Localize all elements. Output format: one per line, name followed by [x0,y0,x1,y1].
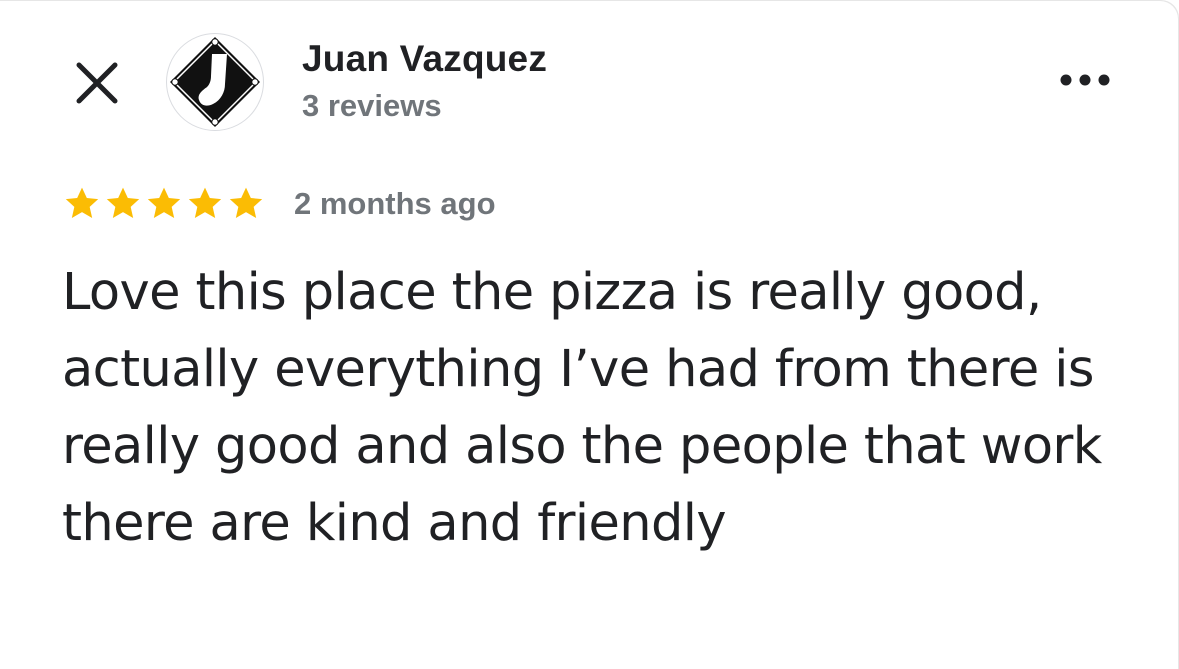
review-text: Love this place the pizza is really good… [62,263,1102,553]
star-rating [62,184,266,224]
sock-logo-icon [170,37,260,127]
star-icon [226,184,266,224]
more-horizontal-icon [1060,74,1110,86]
star-icon [144,184,184,224]
avatar[interactable] [166,33,264,131]
close-button[interactable] [70,56,124,110]
close-icon [76,62,118,104]
star-icon [62,184,102,224]
rating-row: 2 months ago [62,181,496,227]
author-review-count: 3 reviews [302,88,442,123]
author-name[interactable]: Juan Vazquez [302,38,547,80]
star-icon [103,184,143,224]
more-options-button[interactable] [1055,58,1115,102]
star-icon [185,184,225,224]
review-date: 2 months ago [294,186,496,221]
review-card: Juan Vazquez 3 reviews 2 months ago Love… [0,0,1179,669]
